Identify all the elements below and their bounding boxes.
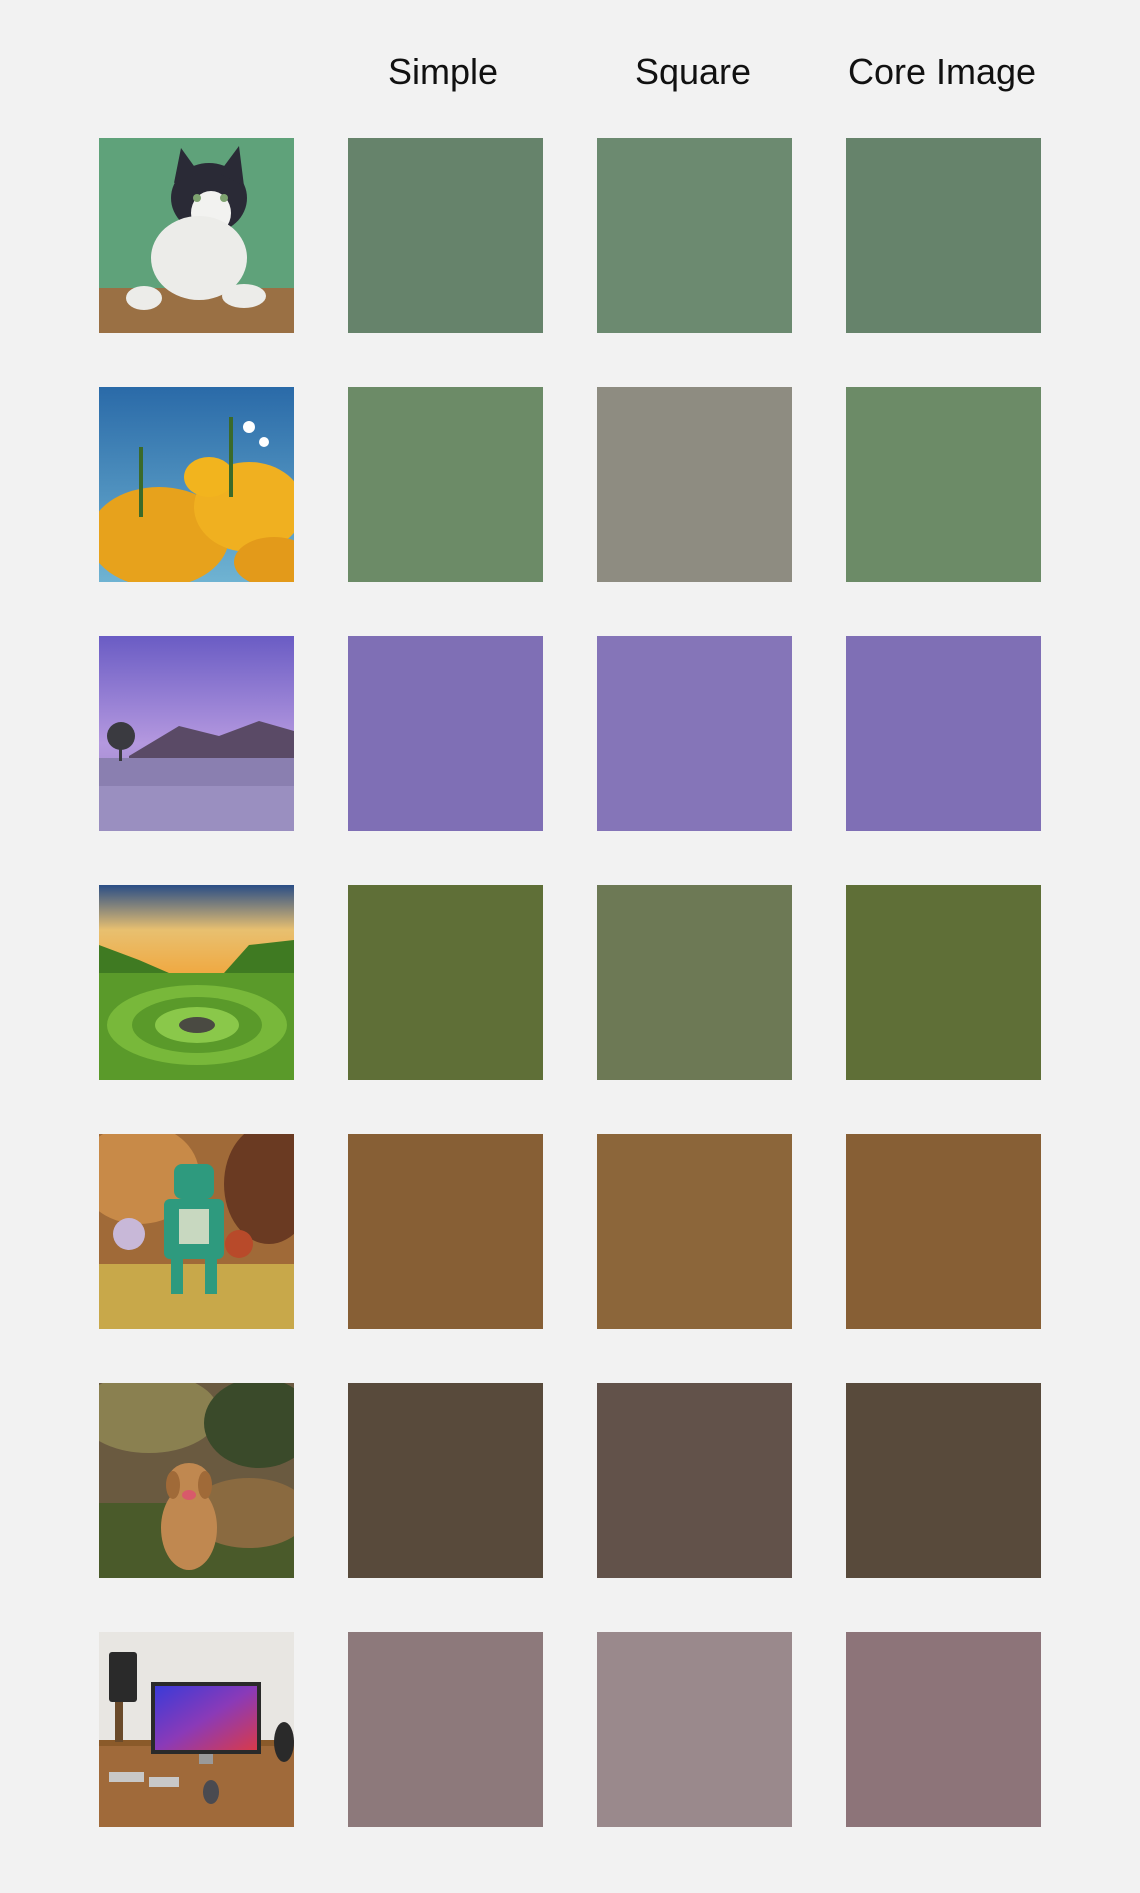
flowers-photo: [99, 387, 294, 582]
core-image-swatch: [846, 1632, 1041, 1827]
core-image-swatch: [846, 636, 1041, 831]
simple-swatch: [348, 1134, 543, 1329]
simple-swatch: [348, 636, 543, 831]
core-image-swatch: [846, 1134, 1041, 1329]
column-header-square: Square: [634, 51, 752, 92]
square-swatch: [597, 885, 792, 1080]
square-swatch: [597, 138, 792, 333]
core-image-swatch: [846, 387, 1041, 582]
core-image-swatch: [846, 885, 1041, 1080]
core-image-swatch: [846, 138, 1041, 333]
square-swatch: [597, 636, 792, 831]
square-swatch: [597, 1383, 792, 1578]
core-image-swatch: [846, 1383, 1041, 1578]
desk-photo: [99, 1632, 294, 1827]
lake-photo: [99, 636, 294, 831]
dog-photo: [99, 1383, 294, 1578]
simple-swatch: [348, 138, 543, 333]
simple-swatch: [348, 387, 543, 582]
landscape-photo: [99, 885, 294, 1080]
robot-photo: [99, 1134, 294, 1329]
simple-swatch: [348, 1383, 543, 1578]
simple-swatch: [348, 1632, 543, 1827]
square-swatch: [597, 1632, 792, 1827]
simple-swatch: [348, 885, 543, 1080]
column-header-core-image: Core Image: [847, 51, 1037, 92]
square-swatch: [597, 387, 792, 582]
column-header-simple: Simple: [387, 51, 499, 92]
cat-photo: [99, 138, 294, 333]
square-swatch: [597, 1134, 792, 1329]
